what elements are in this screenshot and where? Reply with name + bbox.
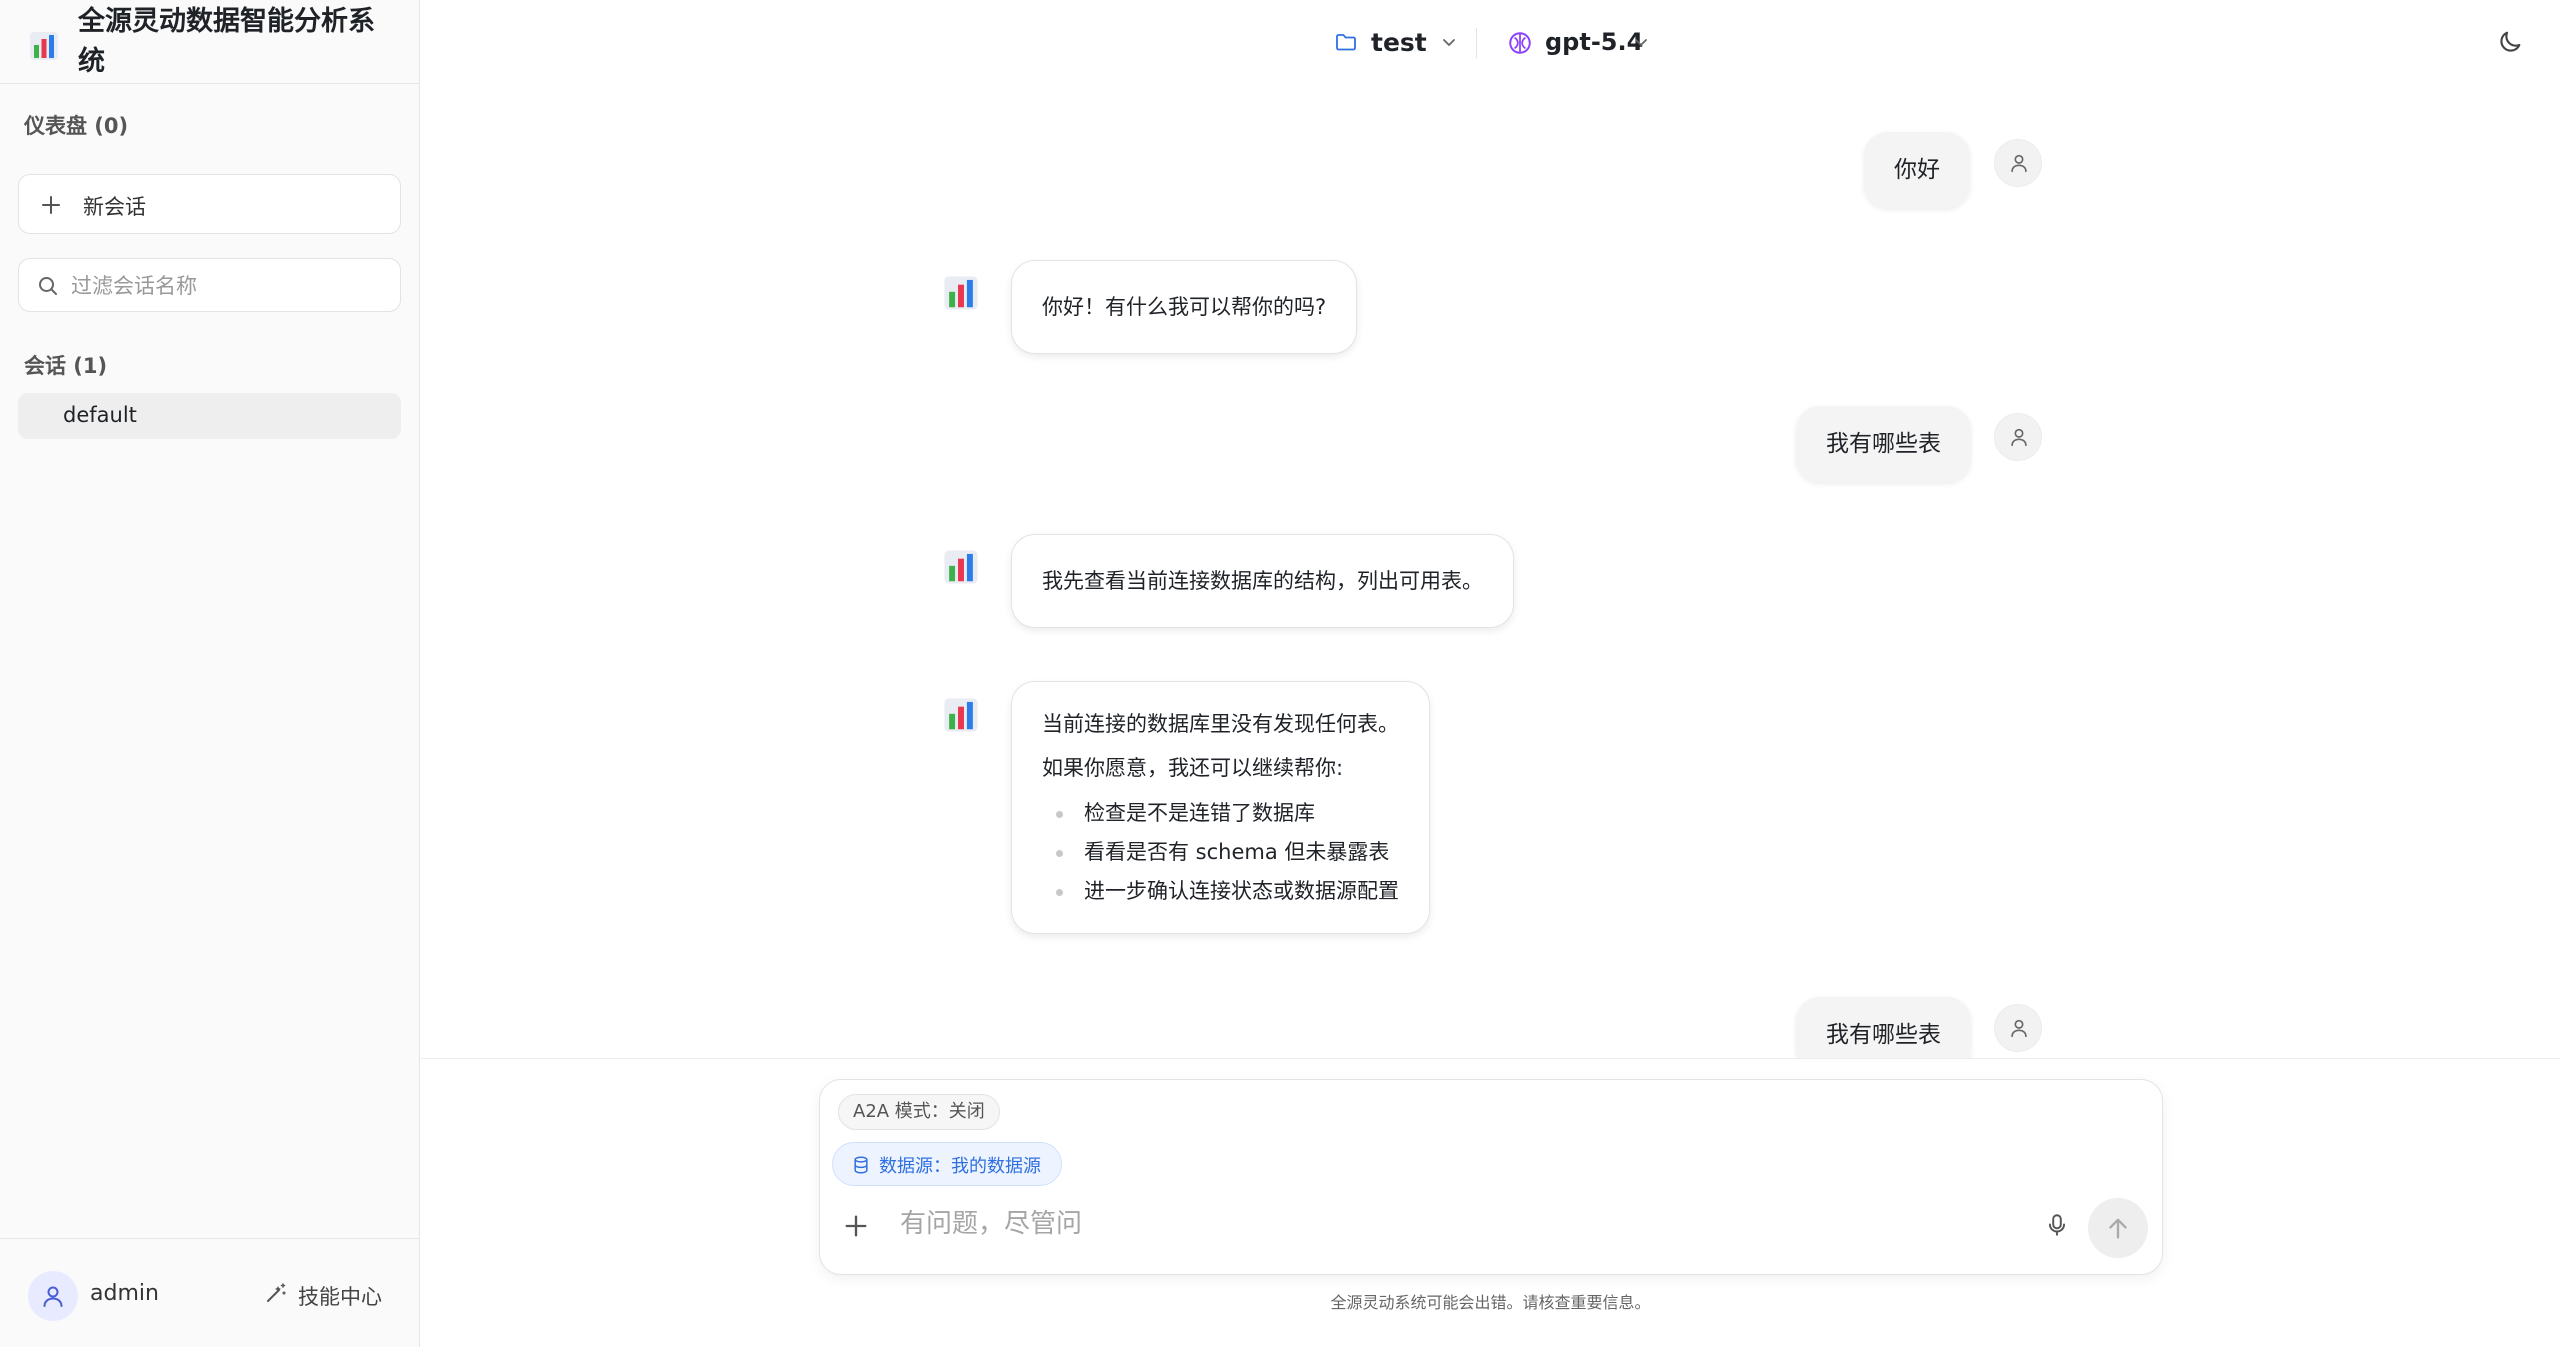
prompt-input[interactable] bbox=[900, 1202, 2000, 1246]
list-item: 检查是不是连错了数据库 bbox=[1042, 794, 1399, 833]
magic-wand-icon bbox=[267, 1283, 286, 1302]
user-avatar-icon bbox=[1994, 413, 2042, 461]
datasource-chip[interactable]: 数据源：我的数据源 bbox=[832, 1142, 1062, 1186]
message-text: 我先查看当前连接数据库的结构，列出可用表。 bbox=[1042, 569, 1483, 593]
list-item: 看看是否有 schema 但未暴露表 bbox=[1042, 833, 1399, 872]
bar-chart-logo-icon bbox=[944, 276, 978, 310]
sidebar: 全源灵动数据智能分析系统 仪表盘 (0) 新会话 会话 (1) default … bbox=[0, 0, 420, 1347]
sidebar-footer: admin 技能中心 bbox=[0, 1238, 420, 1347]
assistant-message: 我先查看当前连接数据库的结构，列出可用表。 bbox=[1011, 534, 1514, 628]
moon-icon[interactable] bbox=[2496, 28, 2524, 56]
user-icon bbox=[43, 1286, 63, 1307]
message-bullet-list: 检查是不是连错了数据库 看看是否有 schema 但未暴露表 进一步确认连接状态… bbox=[1042, 794, 1399, 911]
project-selector[interactable]: test bbox=[1333, 24, 1463, 62]
a2a-mode-chip[interactable]: A2A 模式：关闭 bbox=[838, 1094, 1000, 1130]
user-avatar-icon bbox=[1994, 139, 2042, 187]
brand-header: 全源灵动数据智能分析系统 bbox=[0, 0, 420, 84]
app-title: 全源灵动数据智能分析系统 bbox=[78, 6, 375, 77]
folder-icon bbox=[1336, 34, 1356, 51]
send-button[interactable] bbox=[2088, 1198, 2148, 1258]
composer-area: A2A 模式：关闭 数据源：我的数据源 全源灵动系统可能会出错。请核查重要信息。 bbox=[421, 1058, 2560, 1347]
conversations-section-label: 会话 (1) bbox=[24, 354, 108, 378]
model-name: gpt-5.4 bbox=[1545, 28, 1644, 56]
plus-icon bbox=[42, 196, 60, 214]
disclaimer: 全源灵动系统可能会出错。请核查重要信息。 bbox=[1330, 1293, 1651, 1312]
datasource-label: 数据源：我的数据源 bbox=[879, 1156, 1041, 1177]
composer: A2A 模式：关闭 数据源：我的数据源 bbox=[819, 1079, 2163, 1275]
chevron-down-icon bbox=[1635, 39, 1647, 46]
message-paragraph: 如果你愿意，我还可以继续帮你: bbox=[1042, 756, 1344, 780]
conversation-item-label: default bbox=[63, 403, 137, 427]
skill-center-label: 技能中心 bbox=[298, 1285, 382, 1309]
arrow-up-icon bbox=[2109, 1218, 2127, 1239]
project-name: test bbox=[1371, 28, 1427, 57]
avatar[interactable] bbox=[28, 1271, 78, 1321]
bar-chart-logo-icon bbox=[30, 32, 58, 60]
conversation-item[interactable]: default bbox=[18, 393, 401, 439]
model-selector[interactable]: gpt-5.4 bbox=[1507, 24, 1667, 62]
plus-icon[interactable] bbox=[842, 1212, 870, 1240]
assistant-message: 当前连接的数据库里没有发现任何表。 如果你愿意，我还可以继续帮你: 检查是不是连… bbox=[1011, 681, 1430, 934]
bar-chart-logo-icon bbox=[944, 698, 978, 732]
conversation-filter[interactable] bbox=[18, 258, 401, 312]
message-text: 我有哪些表 bbox=[1826, 431, 1941, 457]
dashboard-section-label[interactable]: 仪表盘 (0) bbox=[24, 110, 128, 140]
assistant-message: 你好！有什么我可以帮你的吗? bbox=[1011, 260, 1358, 354]
bar-chart-logo-icon bbox=[944, 550, 978, 584]
database-icon bbox=[854, 1156, 868, 1174]
message-paragraph: 当前连接的数据库里没有发现任何表。 bbox=[1042, 712, 1399, 736]
filter-input[interactable] bbox=[71, 269, 381, 303]
message-text: 你好！有什么我可以帮你的吗? bbox=[1042, 295, 1327, 319]
user-name[interactable]: admin bbox=[90, 1281, 159, 1306]
new-chat-button[interactable]: 新会话 bbox=[18, 174, 401, 234]
list-item: 进一步确认连接状态或数据源配置 bbox=[1042, 872, 1399, 911]
brain-icon bbox=[1509, 32, 1531, 54]
user-message: 我有哪些表 bbox=[1796, 406, 1971, 482]
user-avatar-icon bbox=[1994, 1004, 2042, 1052]
top-bar: test gpt-5.4 bbox=[421, 0, 2560, 84]
message-text: 你好 bbox=[1894, 157, 1940, 183]
new-chat-label: 新会话 bbox=[83, 195, 146, 219]
message-text: 我有哪些表 bbox=[1826, 1022, 1941, 1048]
topbar-divider bbox=[1476, 28, 1477, 58]
search-icon bbox=[39, 277, 57, 295]
chevron-down-icon bbox=[1443, 39, 1455, 46]
user-message: 你好 bbox=[1864, 132, 1970, 208]
microphone-icon[interactable] bbox=[2044, 1210, 2070, 1240]
